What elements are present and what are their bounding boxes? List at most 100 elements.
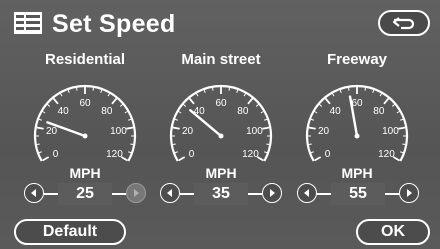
minor-tick: [178, 111, 182, 114]
minor-tick: [236, 89, 239, 93]
tick-label: 40: [330, 106, 342, 117]
minor-tick: [243, 93, 246, 97]
tick-label: 20: [182, 126, 194, 137]
increase-main-street-button[interactable]: [262, 183, 282, 203]
major-tick: [188, 97, 195, 105]
increase-freeway-button[interactable]: [399, 183, 419, 203]
major-tick: [42, 156, 50, 162]
gauge-needle: [189, 109, 223, 138]
needle-hub: [218, 133, 224, 139]
decrease-residential-button[interactable]: [24, 183, 44, 203]
default-button[interactable]: Default: [14, 219, 126, 245]
stepper-freeway: 55: [297, 183, 419, 205]
minor-tick: [264, 118, 268, 121]
major-tick: [398, 126, 406, 130]
minor-tick: [92, 87, 95, 91]
tick-label: 0: [325, 149, 331, 160]
minor-tick: [60, 93, 63, 97]
tick-label: 100: [110, 126, 127, 137]
needle-hub: [354, 133, 360, 139]
tick-label: 0: [189, 149, 195, 160]
minor-tick: [339, 89, 342, 93]
tick-label: 20: [46, 126, 58, 137]
minor-tick: [319, 104, 323, 107]
minor-tick: [400, 118, 404, 121]
major-tick: [36, 126, 44, 130]
tick-label: 120: [106, 149, 123, 160]
stepper-main-street: 35: [160, 183, 282, 205]
speedometer-main-street: 020406080100120MPH: [169, 84, 273, 181]
unit-label: MPH: [205, 165, 236, 181]
left-arrow-icon: [304, 189, 309, 197]
major-tick: [126, 126, 134, 130]
minor-tick: [310, 118, 314, 121]
minor-tick: [379, 93, 382, 97]
minor-tick: [36, 143, 40, 146]
minor-tick: [310, 151, 314, 154]
minor-tick: [391, 104, 395, 107]
right-arrow-icon: [134, 189, 139, 197]
gauge-freeway: Freeway 0 20 40 60 80 100 120 MPH: [292, 51, 422, 184]
minor-tick: [308, 143, 312, 146]
ok-button[interactable]: OK: [356, 219, 430, 245]
speedometer-freeway: 0 2040 60 80 100 120 MPH: [305, 84, 409, 181]
minor-tick: [130, 143, 134, 146]
gauge-residential: Residential 0 20 40 60 80 100 120 MPH: [20, 51, 150, 184]
minor-tick: [396, 111, 400, 114]
minor-tick: [347, 87, 350, 91]
major-tick: [178, 156, 186, 162]
tick-label: 80: [373, 106, 385, 117]
set-speed-screen: Set Speed Residential 0 20 40 60 80 100 120 MPH…: [0, 0, 440, 249]
tick-label: 80: [101, 106, 113, 117]
gauge-label-main-street: Main street: [181, 51, 261, 68]
minor-tick: [124, 111, 128, 114]
minor-tick: [203, 89, 206, 93]
speedometer-residential: 0 2040 60 80 100 120 MPH: [33, 84, 137, 181]
minor-tick: [314, 111, 318, 114]
minor-tick: [128, 151, 132, 154]
major-tick: [172, 126, 180, 130]
minor-tick: [38, 118, 42, 121]
speed-settings-icon: [14, 12, 42, 34]
left-arrow-icon: [167, 189, 172, 197]
minor-tick: [75, 87, 78, 91]
minor-tick: [174, 151, 178, 154]
minor-tick: [332, 93, 335, 97]
tick-label: 60: [79, 98, 91, 109]
tick-label: 40: [58, 106, 70, 117]
speed-value-residential: 25: [58, 183, 112, 205]
right-arrow-icon: [270, 189, 275, 197]
right-arrow-icon: [407, 189, 412, 197]
unit-label: MPH: [69, 165, 100, 181]
gauge-label-residential: Residential: [44, 51, 126, 68]
gauge-main-street: Main street 0 20 40 60 80 100 120 MPH: [156, 51, 286, 184]
minor-tick: [266, 143, 270, 146]
minor-tick: [400, 151, 404, 154]
tick-label: 60: [215, 98, 227, 109]
decrease-freeway-button[interactable]: [297, 183, 317, 203]
minor-tick: [67, 89, 70, 93]
minor-tick: [211, 87, 214, 91]
tick-label: 100: [246, 126, 263, 137]
tick-label: 100: [382, 126, 399, 137]
decrease-main-street-button[interactable]: [160, 183, 180, 203]
needle-hub: [82, 133, 88, 139]
minor-tick: [264, 151, 268, 154]
minor-tick: [255, 104, 259, 107]
tick-label: 60: [351, 98, 363, 109]
minor-tick: [228, 87, 231, 91]
gauge-label-freeway: Freeway: [326, 51, 388, 68]
major-tick: [52, 97, 59, 105]
minor-tick: [107, 93, 110, 97]
minor-tick: [42, 111, 46, 114]
increase-residential-button[interactable]: [126, 183, 146, 203]
back-button[interactable]: [378, 10, 430, 36]
major-tick: [324, 97, 331, 105]
tick-label: 20: [318, 126, 330, 137]
return-arrow-icon: [392, 17, 415, 30]
major-tick: [247, 97, 254, 105]
unit-label: MPH: [341, 165, 372, 181]
minor-tick: [196, 93, 199, 97]
tick-label: 120: [378, 149, 395, 160]
minor-tick: [128, 118, 132, 121]
